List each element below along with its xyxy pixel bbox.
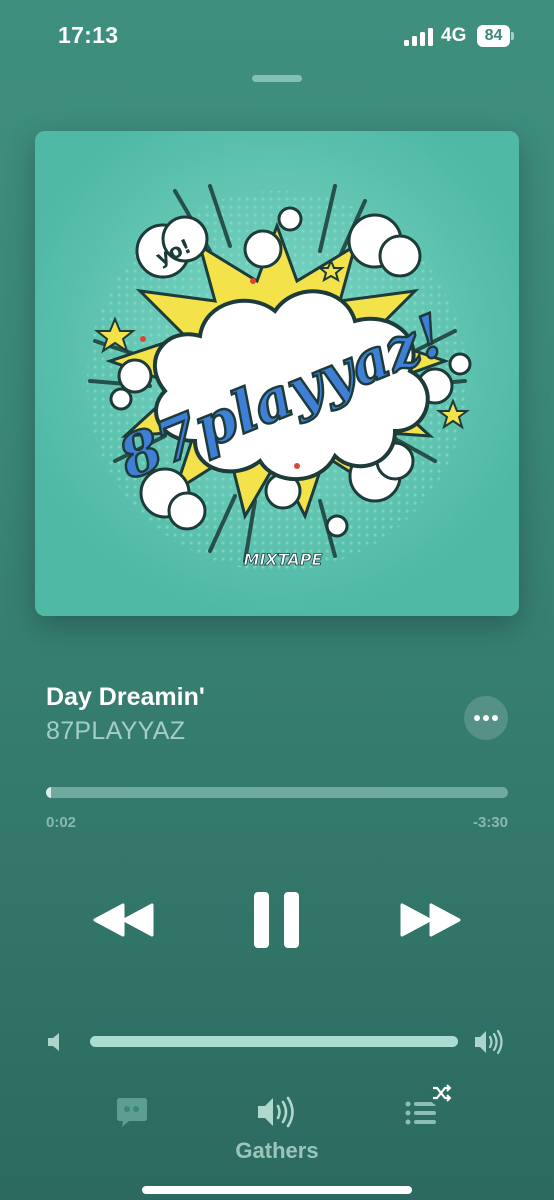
output-device-label[interactable]: Gathers (0, 1138, 554, 1164)
playback-progress-fill (46, 787, 51, 798)
song-artist[interactable]: 87PLAYYAZ (46, 717, 185, 746)
pause-icon (254, 892, 299, 948)
battery-level: 84 (477, 25, 510, 47)
battery-icon: 84 (477, 25, 514, 47)
rewind-icon (93, 903, 154, 937)
pause-button[interactable] (248, 890, 306, 950)
more-options-button[interactable] (464, 696, 508, 740)
battery-cap (511, 32, 514, 40)
time-elapsed: 0:02 (46, 814, 77, 831)
album-artwork: 87playyaz! yo! MIXTAPE (35, 131, 519, 616)
audio-output-button[interactable] (254, 1094, 300, 1130)
artwork-footer-text: MIXTAPE (244, 550, 323, 569)
network-type: 4G (441, 25, 467, 46)
status-time: 17:13 (58, 22, 119, 48)
cellular-signal-icon (404, 28, 434, 46)
playback-scrubber[interactable] (46, 787, 508, 798)
status-bar: 17:13 4G 84 (0, 0, 554, 74)
rewind-button[interactable] (90, 890, 158, 950)
volume-fill (90, 1036, 458, 1047)
volume-slider[interactable] (90, 1036, 458, 1047)
time-remaining: -3:30 (472, 814, 508, 831)
volume-low-icon (46, 1031, 66, 1053)
song-title: Day Dreamin' (46, 683, 205, 711)
volume-high-icon (473, 1028, 507, 1056)
lyrics-button[interactable] (114, 1094, 150, 1130)
speaker-icon (258, 1096, 294, 1128)
fast-forward-icon (400, 903, 461, 937)
queue-list-icon (405, 1080, 454, 1125)
sheet-grabber[interactable] (252, 75, 302, 82)
lyrics-quote-icon (117, 1098, 147, 1127)
ellipsis-icon (474, 715, 480, 721)
fast-forward-button[interactable] (396, 890, 464, 950)
shuffle-icon (428, 1080, 454, 1106)
queue-button[interactable] (402, 1078, 458, 1130)
home-indicator[interactable] (142, 1186, 412, 1194)
